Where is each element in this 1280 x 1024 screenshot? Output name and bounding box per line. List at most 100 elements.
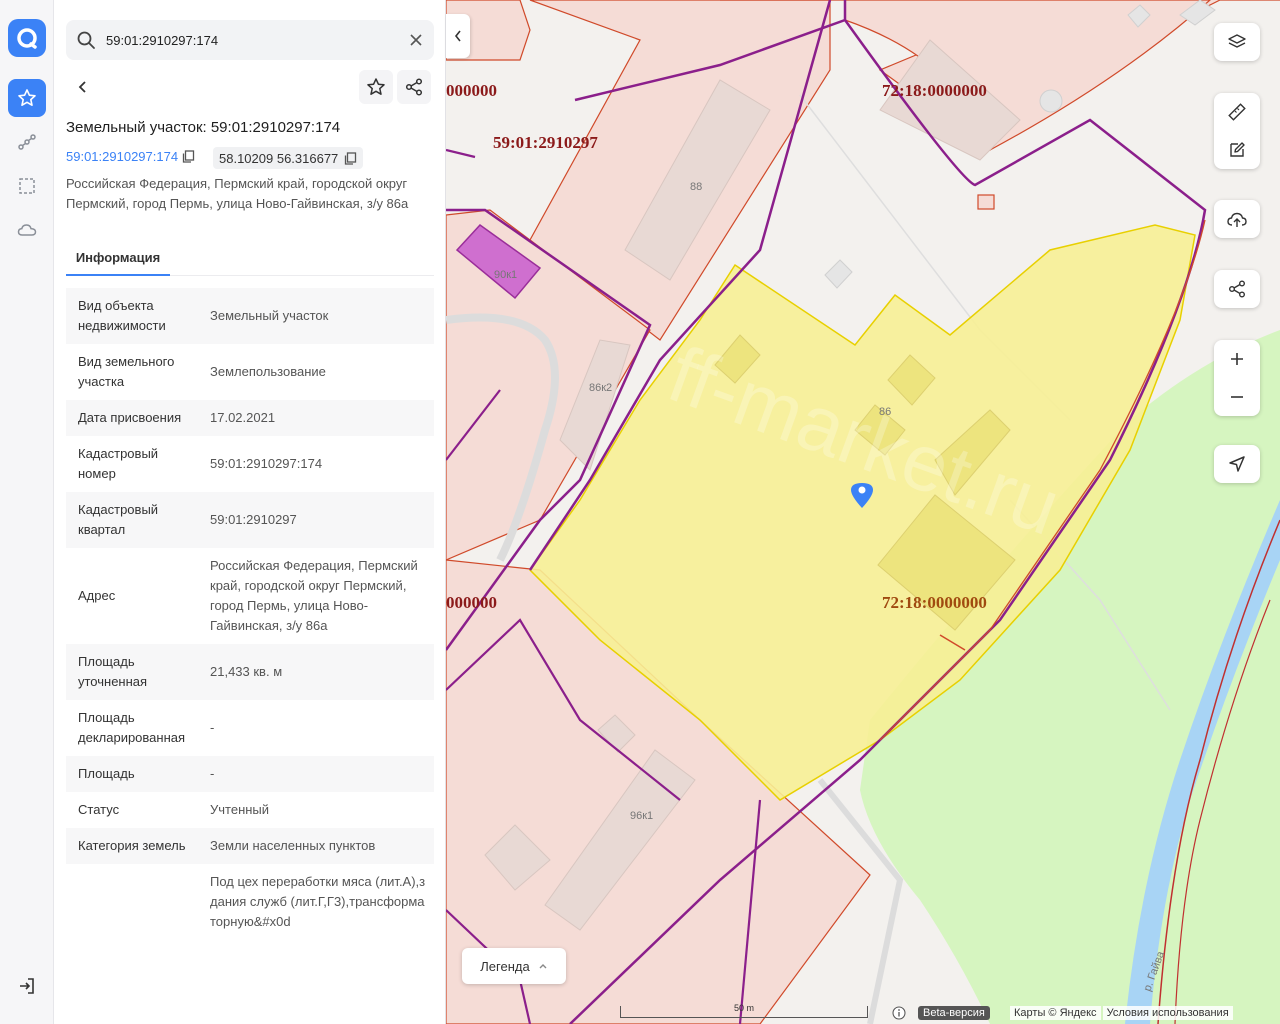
coordinates-chip[interactable]: 58.10209 56.316677 bbox=[213, 147, 364, 169]
info-table: Вид объекта недвижимости Земельный участо… bbox=[66, 288, 434, 956]
building-label: 90к1 bbox=[494, 269, 517, 281]
coordinates-text: 58.10209 56.316677 bbox=[219, 150, 339, 166]
geolocation-control bbox=[1214, 445, 1260, 483]
row-key: Площадь bbox=[78, 766, 135, 781]
navigation-arrow-icon bbox=[1229, 456, 1245, 472]
row-key bbox=[66, 864, 198, 940]
copy-icon[interactable] bbox=[182, 150, 195, 163]
table-row: Вид объекта недвижимости Земельный участо… bbox=[66, 288, 434, 344]
building-label: 86к2 bbox=[589, 382, 612, 394]
map-share-button[interactable] bbox=[1214, 270, 1260, 308]
row-value: 21,433 кв. м bbox=[210, 664, 283, 679]
row-value: Российская Федерация, Пермский край, гор… bbox=[210, 558, 418, 633]
table-row: Вид земельного участка Землепользование bbox=[66, 344, 434, 400]
chevron-left-icon bbox=[78, 81, 86, 93]
row-value: 59:01:2910297:174 bbox=[210, 456, 323, 471]
table-row: Под цех переработки мяса (лит.А),здания … bbox=[66, 864, 434, 940]
share-button[interactable] bbox=[397, 70, 431, 104]
row-value: Земли населенных пунктов bbox=[210, 838, 376, 853]
table-row: Адрес Российская Федерация, Пермский край… bbox=[66, 548, 434, 644]
back-button[interactable] bbox=[66, 70, 100, 104]
info-icon[interactable] bbox=[892, 1004, 906, 1022]
map-share-control bbox=[1214, 270, 1260, 308]
map-canvas[interactable]: ff-market.ru 000000 72:18:0000000 59:01:… bbox=[446, 0, 1280, 1024]
table-row: Площадь декларированная - bbox=[66, 700, 434, 756]
edit-icon bbox=[1230, 142, 1245, 157]
edit-button[interactable] bbox=[1214, 131, 1260, 169]
favorite-button[interactable] bbox=[359, 70, 393, 104]
scale-label: 50 m bbox=[733, 1003, 754, 1013]
row-key: Вид объекта недвижимости bbox=[78, 298, 166, 333]
chevron-up-icon bbox=[539, 964, 547, 969]
map-label-quarter: 59:01:2910297 bbox=[493, 133, 598, 152]
object-panel: Земельный участок: 59:01:2910297:174 59:… bbox=[54, 0, 446, 1024]
row-key: Кадастровый квартал bbox=[78, 502, 159, 537]
app-logo-icon[interactable] bbox=[8, 19, 46, 57]
share-icon bbox=[405, 78, 423, 96]
building-label: 86 bbox=[879, 406, 891, 418]
ruler-icon bbox=[1228, 103, 1246, 121]
logout-icon[interactable] bbox=[8, 967, 46, 1005]
row-key: Вид земельного участка bbox=[78, 354, 175, 389]
ruler-button[interactable] bbox=[1214, 93, 1260, 131]
row-key: Адрес bbox=[78, 588, 116, 603]
layers-button[interactable] bbox=[1214, 23, 1260, 61]
table-row: Статус Учтенный bbox=[66, 792, 434, 828]
cadastral-number-text[interactable]: 59:01:2910297:174 bbox=[66, 149, 178, 164]
table-row: Кадастровый квартал 59:01:2910297 bbox=[66, 492, 434, 548]
layers-icon bbox=[1228, 34, 1246, 48]
row-value: - bbox=[210, 720, 215, 735]
row-key: Площадь декларированная bbox=[78, 710, 186, 745]
plus-icon bbox=[1231, 353, 1243, 365]
cloud-icon[interactable] bbox=[8, 211, 46, 249]
cadastral-number-link[interactable]: 59:01:2910297:174 bbox=[66, 149, 195, 164]
legend-button[interactable]: Легенда bbox=[462, 948, 566, 984]
row-key: Категория земель bbox=[78, 838, 186, 853]
row-value: Земельный участок bbox=[210, 308, 329, 323]
layers-control bbox=[1214, 23, 1260, 61]
terms-link[interactable]: Условия использования bbox=[1102, 1006, 1233, 1020]
zoom-in-button[interactable] bbox=[1214, 340, 1260, 378]
beta-badge: Beta-версия bbox=[918, 1004, 990, 1022]
attribution: Карты © Яндекс Условия использования bbox=[1010, 1004, 1233, 1022]
table-row: Площадь - bbox=[66, 756, 434, 792]
row-value: 17.02.2021 bbox=[210, 410, 276, 425]
icon-rail bbox=[0, 0, 54, 1024]
table-row: Площадь уточненная 21,433 кв. м bbox=[66, 644, 434, 700]
row-key: Дата присвоения bbox=[78, 410, 182, 425]
upload-button[interactable] bbox=[1214, 200, 1260, 238]
building-label: 96к1 bbox=[630, 810, 653, 822]
copy-icon[interactable] bbox=[344, 151, 357, 165]
share-icon bbox=[1229, 280, 1245, 298]
cloud-upload-icon bbox=[1227, 212, 1247, 227]
route-icon[interactable] bbox=[8, 123, 46, 161]
search-input[interactable] bbox=[106, 28, 396, 52]
zoom-control bbox=[1214, 340, 1260, 416]
row-value: Землепользование bbox=[210, 364, 326, 379]
table-row: Категория земель Земли населенных пунктов bbox=[66, 828, 434, 864]
scale-bar: 50 m bbox=[620, 1003, 868, 1018]
page-title: Земельный участок: 59:01:2910297:174 bbox=[66, 119, 341, 136]
object-address: Российская Федерация, Пермский край, гор… bbox=[66, 176, 409, 211]
row-value: Под цех переработки мяса (лит.А),здания … bbox=[210, 874, 426, 929]
clear-icon[interactable] bbox=[406, 30, 426, 50]
row-key: Статус bbox=[78, 802, 120, 817]
maps-copyright-link[interactable]: Карты © Яндекс bbox=[1010, 1006, 1101, 1020]
star-icon bbox=[367, 78, 385, 95]
favorites-icon[interactable] bbox=[8, 79, 46, 117]
upload-control bbox=[1214, 200, 1260, 238]
collapse-panel-button[interactable] bbox=[446, 14, 470, 58]
row-value: Учтенный bbox=[210, 802, 270, 817]
row-key: Кадастровый номер bbox=[78, 446, 159, 481]
map-label-top-left: 000000 bbox=[446, 81, 497, 100]
zoom-out-button[interactable] bbox=[1214, 378, 1260, 416]
chevron-left-icon bbox=[454, 30, 461, 42]
minus-icon bbox=[1231, 396, 1243, 398]
tab-information[interactable]: Информация bbox=[66, 240, 170, 276]
search-box bbox=[66, 20, 434, 60]
beta-text: Beta-версия bbox=[918, 1006, 990, 1020]
row-key: Площадь уточненная bbox=[78, 654, 148, 689]
selection-icon[interactable] bbox=[8, 167, 46, 205]
geolocation-button[interactable] bbox=[1214, 445, 1260, 483]
map-view[interactable]: ff-market.ru 000000 72:18:0000000 59:01:… bbox=[446, 0, 1280, 1024]
